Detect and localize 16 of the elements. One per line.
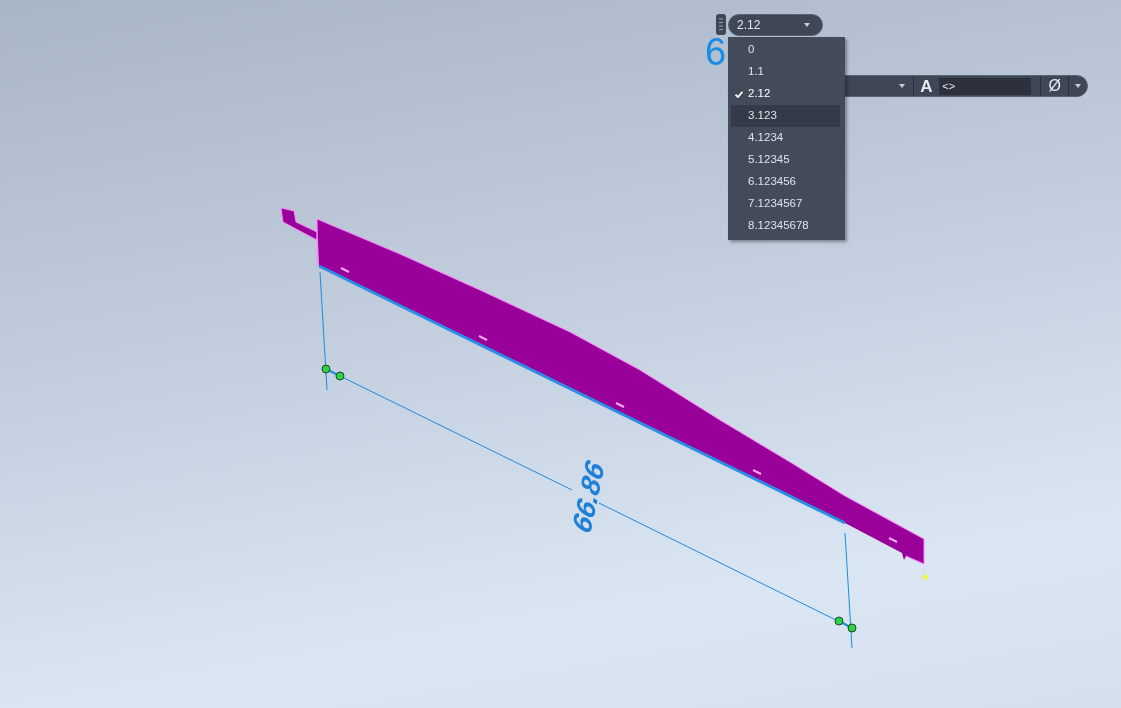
grip-point-icon[interactable]: [335, 371, 345, 381]
check-icon: [735, 91, 743, 98]
caret-icon: [898, 84, 905, 88]
caret-icon: [1075, 84, 1082, 88]
point-marker-icon: [922, 574, 928, 580]
dimension-edit-value: 6: [705, 33, 727, 71]
precision-dropdown[interactable]: 2.12: [728, 14, 823, 36]
drag-handle-icon[interactable]: [716, 14, 726, 35]
symbol-button[interactable]: Ø: [1041, 76, 1070, 96]
caret-icon: [804, 23, 810, 27]
dimension-text-field[interactable]: <>: [939, 77, 1032, 95]
precision-option[interactable]: 3.123: [731, 105, 840, 127]
grip-point-icon[interactable]: [321, 364, 331, 374]
grip-point-icon[interactable]: [847, 623, 857, 633]
text-style-label[interactable]: A: [913, 77, 940, 95]
grip-point-icon[interactable]: [834, 616, 844, 626]
